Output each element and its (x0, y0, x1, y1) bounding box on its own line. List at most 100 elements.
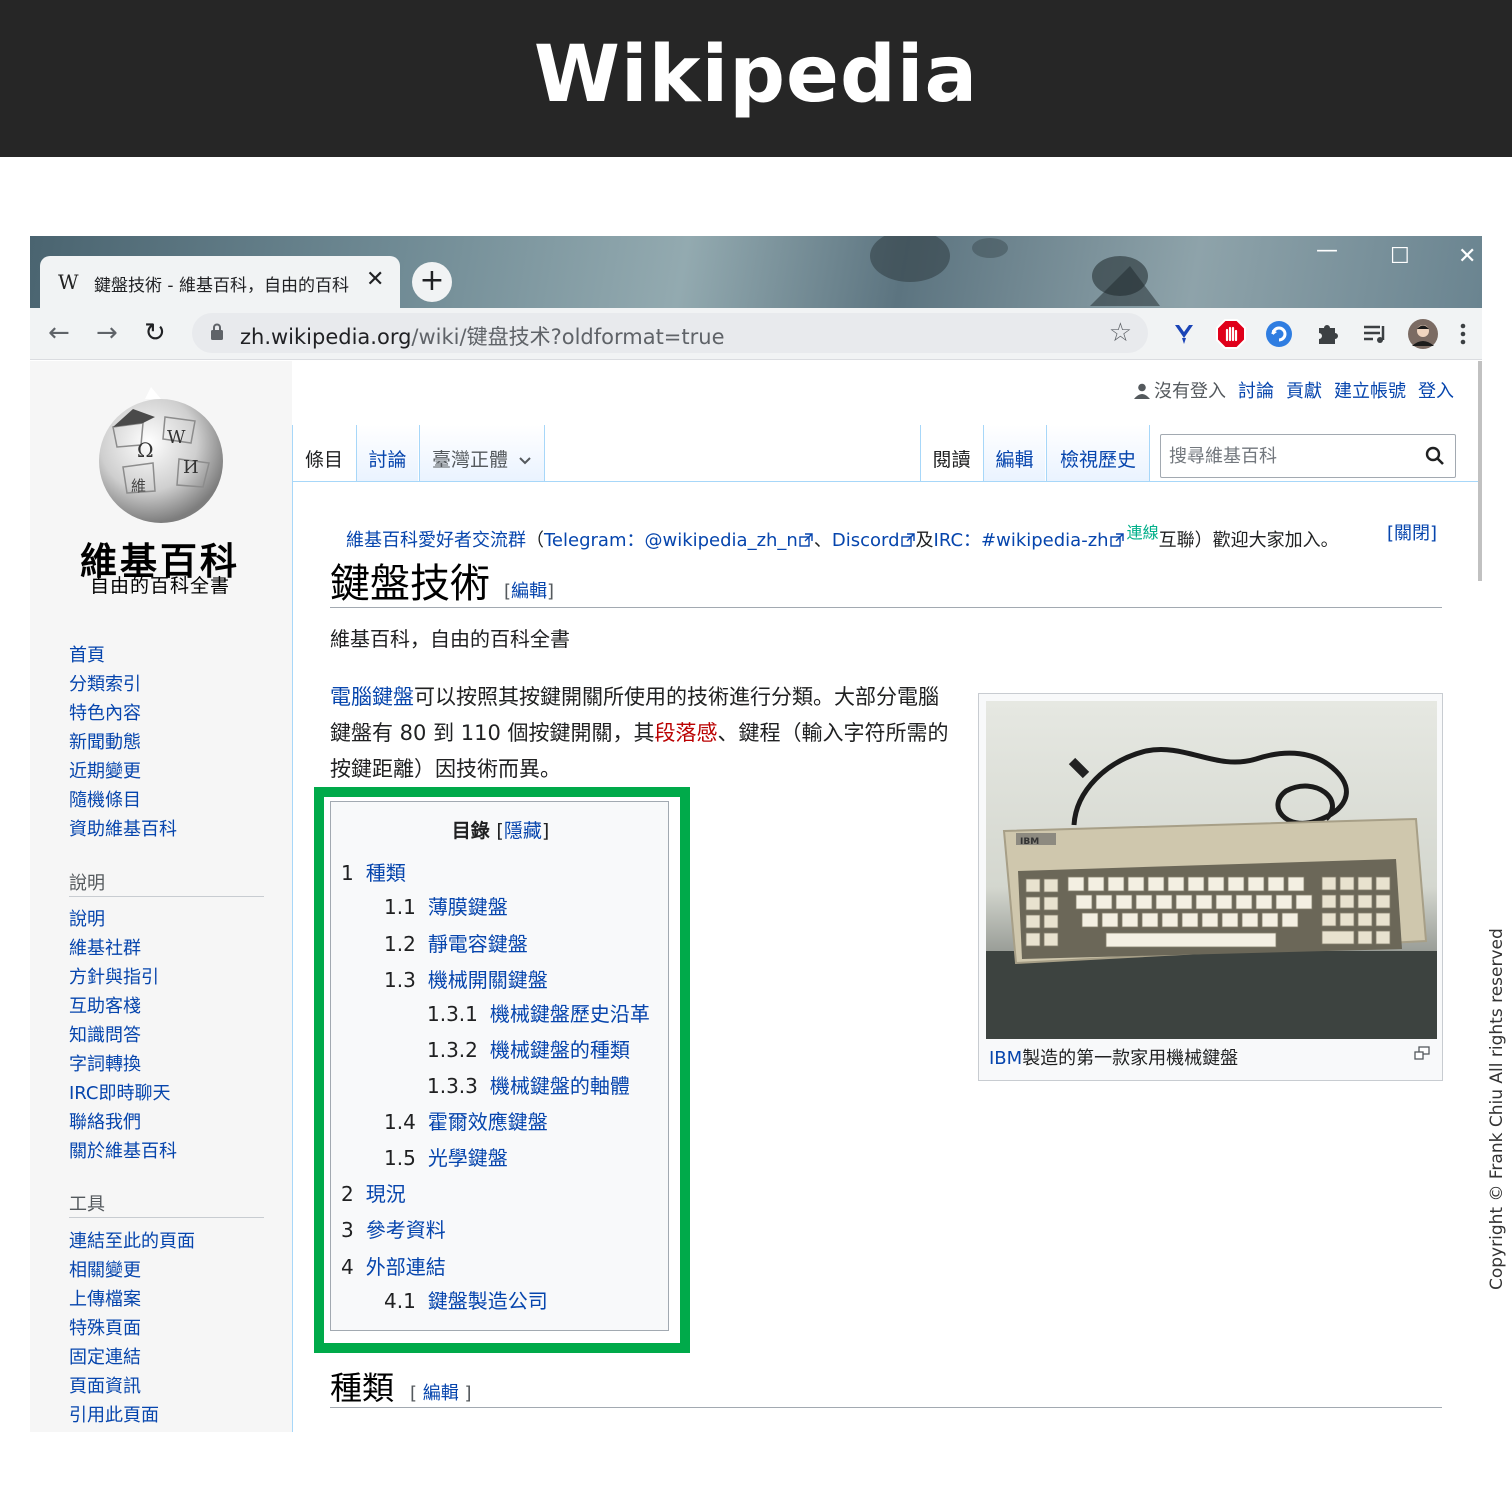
profile-avatar-icon[interactable] (1407, 318, 1439, 350)
tab-read[interactable]: 閱讀 (920, 425, 982, 481)
toc-item[interactable]: 4 外部連結 (341, 1251, 446, 1280)
sidebar-item-categories[interactable]: 分類索引 (69, 670, 141, 696)
toc-link: 霍爾效應鍵盤 (427, 1110, 548, 1134)
media-queue-icon[interactable] (1359, 318, 1391, 350)
kebab-menu-icon[interactable] (1456, 318, 1470, 350)
maximize-button[interactable]: ☐ (1390, 244, 1410, 269)
reload-button[interactable]: ↻ (144, 318, 166, 348)
ibm-keyboard-image[interactable]: IBM (986, 701, 1437, 1039)
notice-irc-link[interactable]: IRC：#wikipedia-zh (934, 530, 1109, 551)
sidebar-item-recent-changes[interactable]: 近期變更 (69, 757, 141, 783)
contributions-link[interactable]: 貢獻 (1286, 381, 1322, 402)
sidebar-item-random[interactable]: 隨機條目 (69, 786, 141, 812)
notice-telegram-link[interactable]: Telegram：@wikipedia_zh_n (544, 530, 798, 551)
toc-item[interactable]: 3 參考資料 (341, 1214, 446, 1243)
minimize-button[interactable]: — (1316, 238, 1338, 263)
sidebar-item-word-conversion[interactable]: 字詞轉換 (69, 1050, 141, 1076)
notice-discord-link[interactable]: Discord (832, 530, 900, 551)
toc-item[interactable]: 1.4 霍爾效應鍵盤 (384, 1106, 548, 1135)
toc-link: 現況 (365, 1182, 406, 1206)
bookmark-star-icon[interactable]: ☆ (1109, 318, 1132, 348)
puzzle-extensions-icon[interactable] (1311, 318, 1343, 350)
lock-icon[interactable] (210, 323, 224, 341)
browser-toolbar: ← → ↻ zh.wikipedia.org/wiki/键盘技术?oldform… (30, 308, 1482, 360)
sidebar-item-permanent-link[interactable]: 固定連結 (69, 1343, 141, 1369)
ibm-link[interactable]: IBM (989, 1048, 1022, 1069)
sidebar-item-cite[interactable]: 引用此頁面 (69, 1401, 159, 1427)
toc-hide-link[interactable]: 隱藏 (504, 820, 542, 842)
sidebar-item-help[interactable]: 說明 (69, 905, 105, 931)
notice-close-link[interactable]: [關閉] (1387, 519, 1437, 545)
tab-close-icon[interactable]: ✕ (366, 267, 384, 292)
sidebar-item-donate[interactable]: 資助維基百科 (69, 815, 177, 841)
personal-talk-link[interactable]: 討論 (1238, 381, 1274, 402)
content-border (292, 481, 1482, 482)
sidebar-divider (69, 1217, 264, 1218)
title-edit-link[interactable]: 編輯 (511, 581, 547, 602)
notice-group-link[interactable]: 維基百科愛好者交流群 (346, 530, 526, 551)
logo-tagline: 自由的百科全書 (89, 575, 230, 597)
sidebar-item-contact[interactable]: 聯絡我們 (69, 1108, 141, 1134)
toc-link: 機械鍵盤的種類 (489, 1038, 630, 1062)
tab-talk[interactable]: 討論 (356, 425, 418, 481)
toc-item[interactable]: 1.3.2 機械鍵盤的種類 (427, 1034, 630, 1063)
computer-keyboard-link[interactable]: 電腦鍵盤 (330, 685, 414, 709)
toc-item[interactable]: 1 種類 (341, 857, 406, 886)
notice-sep: 、 (813, 530, 832, 551)
sidebar-item-featured[interactable]: 特色內容 (69, 699, 141, 725)
yoroi-extension-icon[interactable] (1168, 318, 1200, 350)
login-link[interactable]: 登入 (1418, 381, 1454, 402)
search-icon[interactable] (1425, 446, 1445, 466)
wikipedia-globe-logo[interactable]: Ω W И 維 (83, 387, 239, 527)
sidebar-item-village-pump[interactable]: 互助客棧 (69, 992, 141, 1018)
sidebar-item-irc[interactable]: IRC即時聊天 (69, 1079, 171, 1105)
sidebar-item-about[interactable]: 關於維基百科 (69, 1137, 177, 1163)
new-tab-button[interactable]: + (412, 262, 452, 302)
section-heading: 種類 [ 編輯 ] (330, 1363, 472, 1409)
sidebar-item-news[interactable]: 新聞動態 (69, 728, 141, 754)
toc-item[interactable]: 1.1 薄膜鍵盤 (384, 891, 508, 920)
sidebar-item-policies[interactable]: 方針與指引 (69, 963, 159, 989)
tab-article[interactable]: 條目 (294, 425, 354, 481)
toc-title-text: 目錄 (451, 820, 490, 842)
create-account-link[interactable]: 建立帳號 (1334, 381, 1406, 402)
search-input[interactable] (1169, 443, 1409, 469)
toc-item[interactable]: 1.3.1 機械鍵盤歷史沿革 (427, 998, 650, 1027)
copyright-notice: Copyright © Frank Chiu All rights reserv… (1487, 928, 1507, 1290)
sidebar-heading-tools[interactable]: 工具 (69, 1190, 105, 1216)
tab-history[interactable]: 檢視歷史 (1046, 425, 1150, 481)
search-box (1160, 434, 1456, 478)
toc-item[interactable]: 1.3 機械開關鍵盤 (384, 964, 548, 993)
sidebar-item-special-pages[interactable]: 特殊頁面 (69, 1314, 141, 1340)
tactile-feedback-redlink[interactable]: 段落感 (655, 721, 718, 745)
sidebar-heading-help[interactable]: 說明 (69, 869, 105, 895)
sidebar-item-page-info[interactable]: 頁面資訊 (69, 1372, 141, 1398)
tab-edit[interactable]: 編輯 (983, 425, 1045, 481)
forward-button[interactable]: → (96, 318, 118, 348)
sidebar-item-main-page[interactable]: 首頁 (69, 641, 105, 667)
back-button[interactable]: ← (48, 318, 70, 348)
sidebar-item-community[interactable]: 維基社群 (69, 934, 141, 960)
banner-title: Wikipedia (533, 30, 979, 120)
refresh-extension-icon[interactable] (1263, 318, 1295, 350)
toc-item[interactable]: 2 現況 (341, 1178, 406, 1207)
close-window-button[interactable]: ✕ (1458, 244, 1476, 269)
sidebar-item-upload[interactable]: 上傳檔案 (69, 1285, 141, 1311)
toc-item[interactable]: 1.3.3 機械鍵盤的軸體 (427, 1070, 630, 1099)
toc-item[interactable]: 1.5 光學鍵盤 (384, 1142, 508, 1171)
sidebar-item-what-links-here[interactable]: 連結至此的頁面 (69, 1227, 195, 1253)
sidebar-item-reference-desk[interactable]: 知識問答 (69, 1021, 141, 1047)
enlarge-icon[interactable] (1414, 1046, 1430, 1060)
variant-dropdown[interactable]: 臺灣正體 (419, 425, 545, 481)
sidebar: Ω W И 維 維基百科 自由的百科全書 首頁 分類索引 特色內容 新聞動態 近… (30, 361, 292, 1432)
toc-number: 4.1 (384, 1289, 416, 1313)
section-edit-link[interactable]: 編輯 (423, 1383, 459, 1404)
page-scrollbar[interactable] (1478, 361, 1482, 581)
toc-item[interactable]: 1.2 靜電容鍵盤 (384, 928, 528, 957)
toc-item[interactable]: 4.1 鍵盤製造公司 (384, 1285, 548, 1314)
adblock-icon[interactable] (1215, 318, 1247, 350)
section-divider (330, 1407, 1442, 1408)
browser-tab-active[interactable]: W 鍵盤技術 - 維基百科，自由的百科 ✕ (40, 256, 400, 308)
address-bar[interactable]: zh.wikipedia.org/wiki/键盘技术?oldformat=tru… (192, 313, 1148, 353)
sidebar-item-related-changes[interactable]: 相關變更 (69, 1256, 141, 1282)
